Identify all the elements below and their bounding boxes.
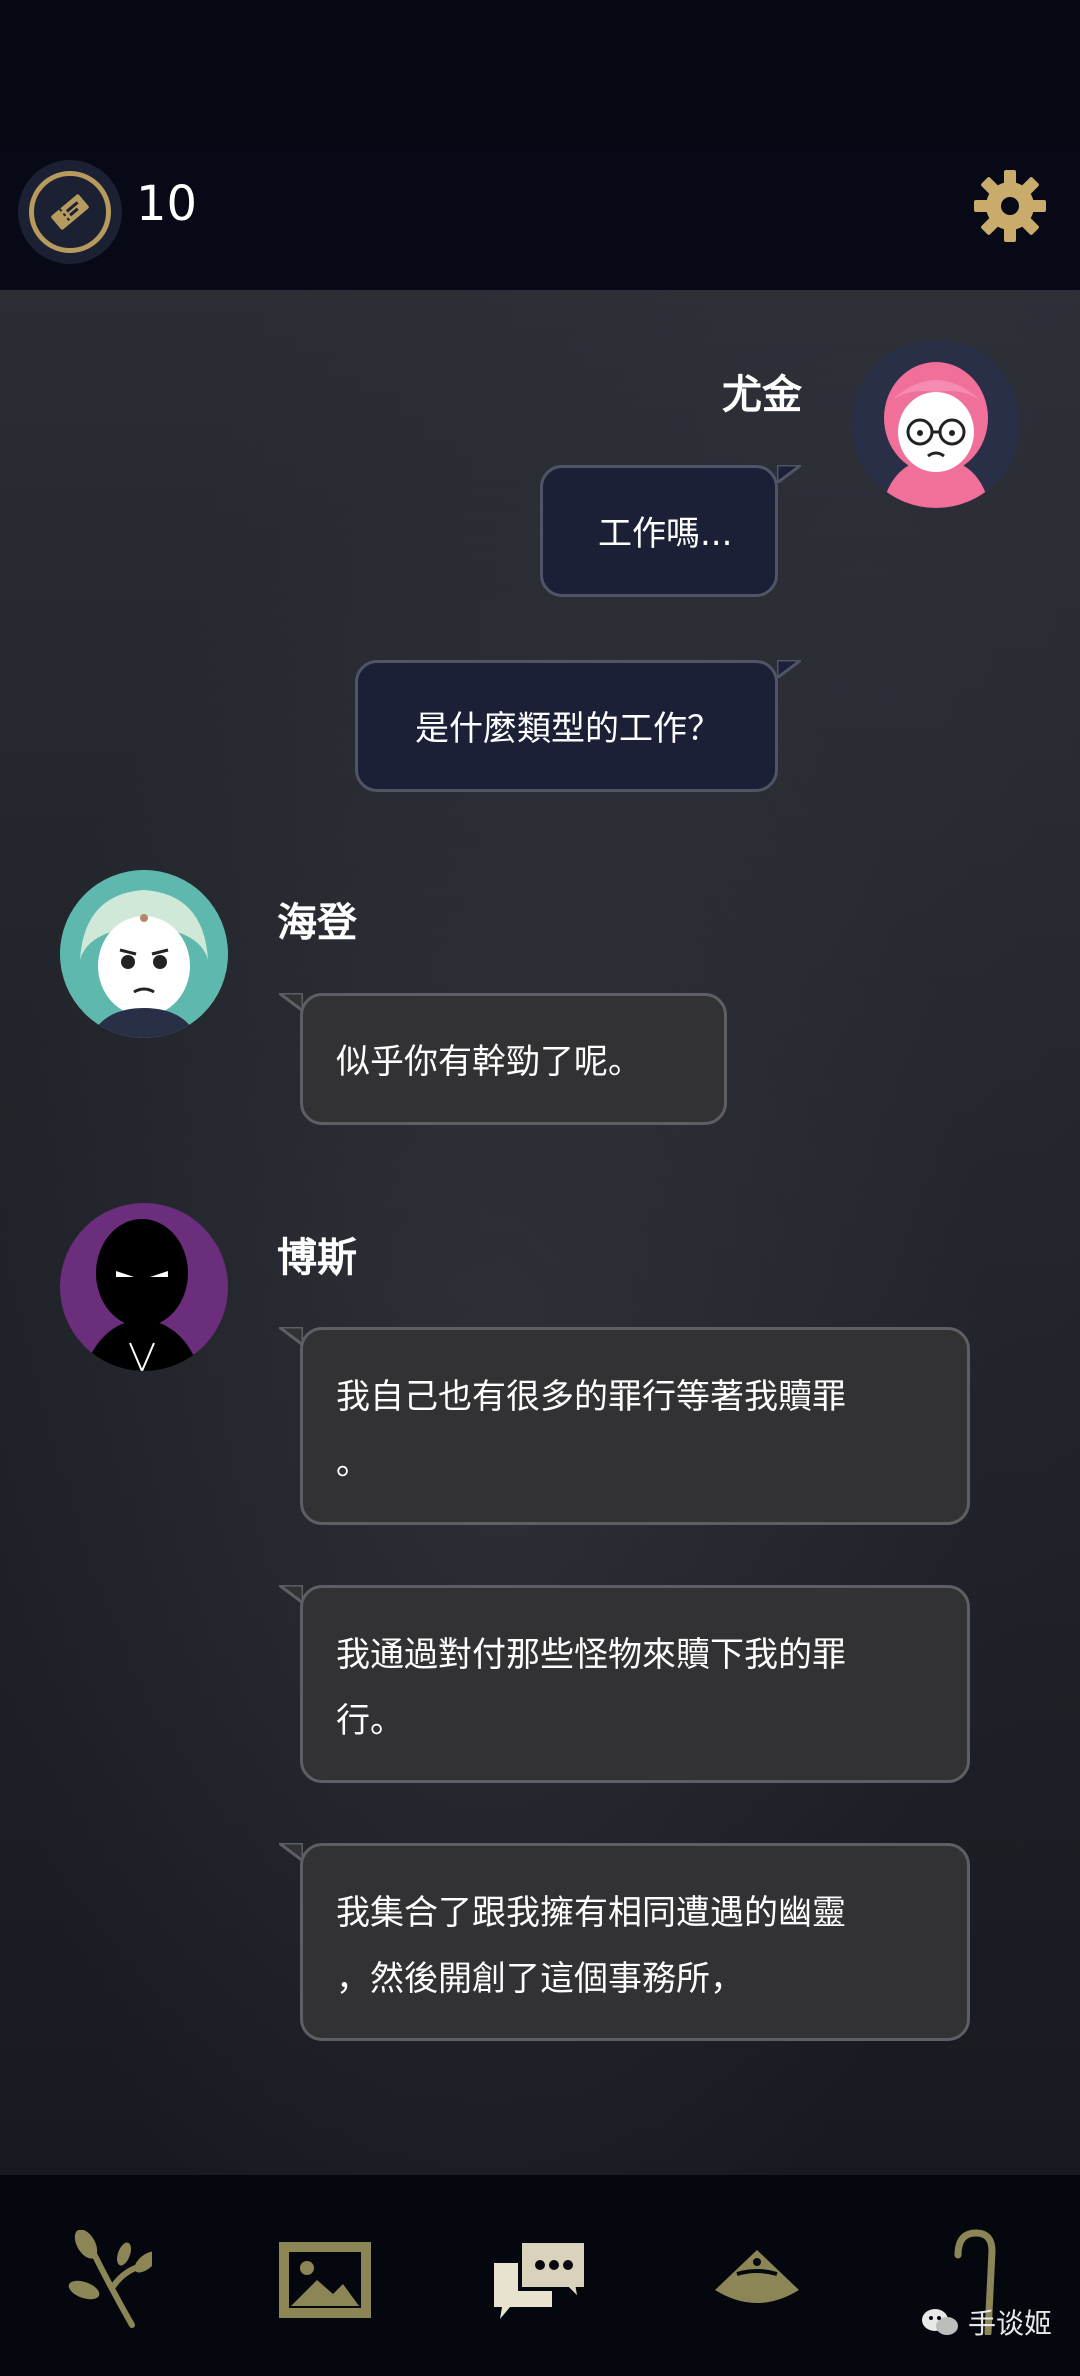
message-bubble-eugene-1: 工作嗎...: [540, 465, 801, 597]
hat-icon[interactable]: [702, 2225, 812, 2335]
watermark-text: 手谈姬: [967, 2307, 1052, 2340]
message-text: 我集合了跟我擁有相同遭遇的幽靈 ，然後開創了這個事務所，: [336, 1893, 846, 1999]
speaker-name: 博斯: [277, 1235, 357, 1281]
ticket-icon: [29, 171, 111, 253]
bottom-nav: 手谈姬: [0, 2175, 1080, 2376]
message-text: 我自己也有很多的罪行等著我贖罪 。: [336, 1377, 846, 1483]
wechat-icon: [921, 2309, 958, 2335]
message-text: 我通過對付那些怪物來贖下我的罪 行。: [336, 1635, 846, 1741]
message-text: 工作嗎...: [598, 514, 733, 554]
status-bar: [0, 0, 1080, 150]
message-text: 是什麼類型的工作？: [415, 709, 721, 749]
ticket-badge[interactable]: [18, 160, 122, 264]
speaker-name: 尤金: [722, 372, 802, 418]
message-bubble-hayden-1: 似乎你有幹勁了呢。: [279, 993, 727, 1125]
avatar-hayden[interactable]: [60, 870, 228, 1038]
watermark: 手谈姬: [920, 2302, 1052, 2342]
avatar-eugene[interactable]: [852, 340, 1020, 508]
gallery-icon[interactable]: [270, 2225, 380, 2335]
ticket-count: 10: [136, 176, 198, 232]
message-bubble-boss-2: 我通過對付那些怪物來贖下我的罪 行。: [279, 1585, 970, 1783]
chat-area[interactable]: 尤金 工作嗎... 是什麼類型的工作？ 海登 似乎你有幹勁了呢。 博斯 我自己也…: [0, 290, 1080, 2175]
chat-icon[interactable]: [485, 2225, 595, 2335]
message-bubble-boss-1: 我自己也有很多的罪行等著我贖罪 。: [279, 1327, 970, 1525]
avatar-boss[interactable]: [60, 1203, 228, 1371]
branch-icon[interactable]: [52, 2225, 162, 2335]
top-bar: 10: [0, 150, 1080, 290]
message-text: 似乎你有幹勁了呢。: [336, 1042, 642, 1082]
speaker-name: 海登: [277, 900, 357, 946]
gear-icon[interactable]: [972, 168, 1048, 244]
message-bubble-eugene-2: 是什麼類型的工作？: [355, 660, 801, 792]
message-bubble-boss-3: 我集合了跟我擁有相同遭遇的幽靈 ，然後開創了這個事務所，: [279, 1843, 970, 2041]
